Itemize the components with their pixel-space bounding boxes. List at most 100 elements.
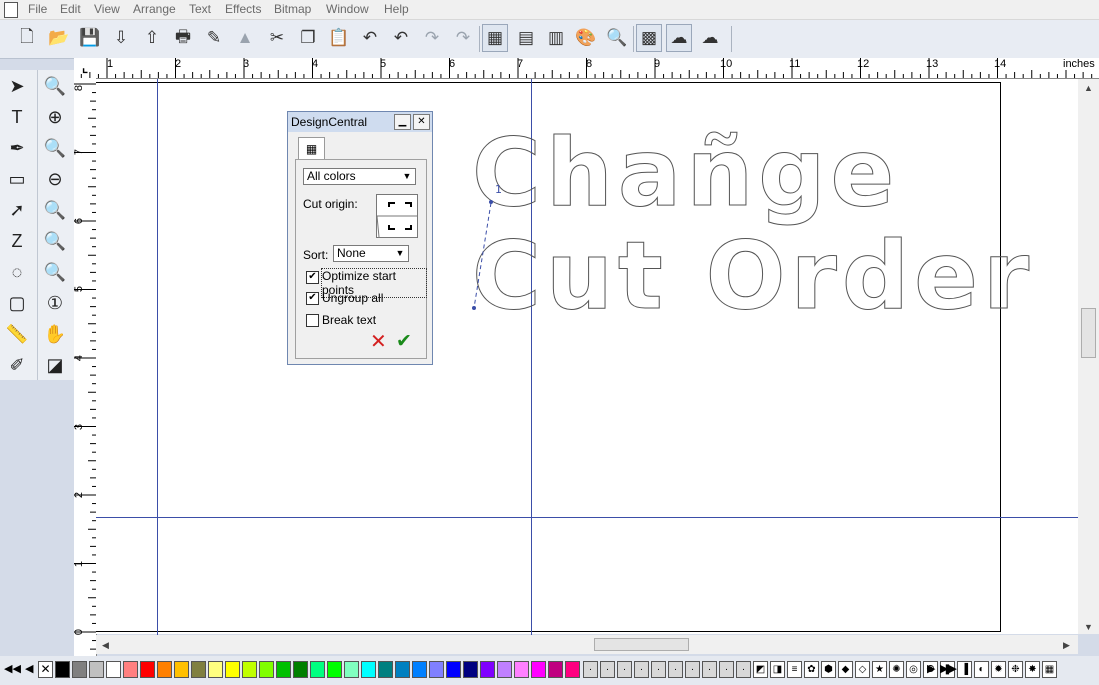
pattern-swatch[interactable]: ◐ xyxy=(974,661,989,678)
zoom-out-icon[interactable]: ⊖ xyxy=(40,165,70,193)
pattern-swatch[interactable]: ❉ xyxy=(1008,661,1023,678)
color-swatch[interactable] xyxy=(395,661,410,678)
import-icon[interactable]: ⇩ xyxy=(108,24,134,52)
pen-tool-icon[interactable]: ✒ xyxy=(2,134,32,162)
design-central-icon[interactable]: ▦ xyxy=(482,24,508,52)
break-text-label[interactable]: Break text xyxy=(322,313,376,327)
undo-icon[interactable]: ↶ xyxy=(357,24,383,52)
color-swatch[interactable] xyxy=(463,661,478,678)
cut-order-tab-icon[interactable]: ▦ xyxy=(298,137,325,160)
color-swatch[interactable] xyxy=(225,661,240,678)
zoom-selection-icon[interactable]: 🔍 xyxy=(40,196,70,224)
menu-file[interactable]: File xyxy=(28,2,47,16)
pattern-swatch[interactable]: ▐ xyxy=(957,661,972,678)
color-swatch[interactable] xyxy=(293,661,308,678)
optimize-start-points-checkbox[interactable]: ✔ xyxy=(306,271,319,284)
pattern-swatch[interactable]: ≡ xyxy=(787,661,802,678)
pattern-swatch[interactable]: ◨ xyxy=(770,661,785,678)
color-swatch[interactable] xyxy=(55,661,70,678)
palette-prev-icon[interactable]: ◀ xyxy=(25,662,33,675)
cut-end-point[interactable] xyxy=(472,306,476,310)
pattern-swatch[interactable]: ◎ xyxy=(906,661,921,678)
pan-tool-icon[interactable]: ✋ xyxy=(40,320,70,348)
zoom-page-icon[interactable]: 🔍 xyxy=(40,134,70,162)
color-swatch[interactable] xyxy=(446,661,461,678)
scroll-left-icon[interactable]: ◀ xyxy=(102,640,109,651)
color-swatch[interactable] xyxy=(174,661,189,678)
measure-tool-icon[interactable]: 📏 xyxy=(2,320,32,348)
color-swatch[interactable] xyxy=(378,661,393,678)
pattern-swatch[interactable]: ★ xyxy=(872,661,887,678)
menu-arrange[interactable]: Arrange xyxy=(133,2,176,16)
pattern-swatch[interactable]: · xyxy=(736,661,751,678)
zoom-actual-size-icon[interactable]: ① xyxy=(40,289,70,317)
color-grid-icon[interactable]: ▩ xyxy=(636,24,662,52)
color-swatch[interactable] xyxy=(429,661,444,678)
color-swatch[interactable] xyxy=(157,661,172,678)
print-icon[interactable]: 🖶 xyxy=(170,24,196,52)
color-swatch[interactable] xyxy=(191,661,206,678)
new-document-icon[interactable]: 🗋 xyxy=(14,24,40,52)
cutter-icon[interactable]: ✎ xyxy=(201,24,227,52)
palette-last-icon[interactable]: ▶▶ xyxy=(940,662,957,675)
color-swatch[interactable] xyxy=(72,661,87,678)
cut-start-point[interactable] xyxy=(489,200,493,204)
pattern-swatch[interactable]: ✸ xyxy=(1025,661,1040,678)
color-swatch[interactable] xyxy=(361,661,376,678)
color-swatch[interactable] xyxy=(259,661,274,678)
pattern-swatch[interactable]: ⬢ xyxy=(821,661,836,678)
color-swatch[interactable] xyxy=(106,661,121,678)
design-text-line1[interactable]: Chañge xyxy=(472,119,899,229)
menu-view[interactable]: View xyxy=(94,2,120,16)
cancel-button[interactable]: ✕ xyxy=(370,331,387,353)
horizontal-scroll-thumb[interactable] xyxy=(594,638,689,651)
open-icon[interactable]: 📂 xyxy=(46,24,72,52)
pattern-swatch[interactable]: ◩ xyxy=(753,661,768,678)
redo-list-icon[interactable]: ↷ xyxy=(450,24,476,52)
color-swatch[interactable] xyxy=(89,661,104,678)
color-swatch[interactable] xyxy=(548,661,563,678)
color-layers-icon[interactable]: ▤ xyxy=(513,24,539,52)
pattern-swatch[interactable]: · xyxy=(685,661,700,678)
export-icon[interactable]: ⇧ xyxy=(139,24,165,52)
cloud-upload-icon[interactable]: ☁ xyxy=(697,24,723,52)
zoom-tool-icon[interactable]: 🔍 xyxy=(40,72,70,100)
fill-stroke-icon[interactable]: ◪ xyxy=(40,351,70,379)
menu-effects[interactable]: Effects xyxy=(225,2,261,16)
scroll-down-icon[interactable]: ▼ xyxy=(1084,622,1093,632)
menu-help[interactable]: Help xyxy=(384,2,409,16)
pattern-swatch[interactable]: · xyxy=(651,661,666,678)
palette-icon[interactable]: 🎨 xyxy=(573,24,599,52)
pattern-swatch[interactable]: · xyxy=(702,661,717,678)
undo-list-icon[interactable]: ↶ xyxy=(388,24,414,52)
menu-text[interactable]: Text xyxy=(189,2,211,16)
color-swatch[interactable] xyxy=(276,661,291,678)
ungroup-all-label[interactable]: Ungroup all xyxy=(322,291,383,305)
color-swatch[interactable] xyxy=(480,661,495,678)
color-swatch[interactable] xyxy=(344,661,359,678)
menu-bitmap[interactable]: Bitmap xyxy=(274,2,311,16)
design-text-line2[interactable]: Cut Order xyxy=(472,222,1034,332)
node-edit-tool-icon[interactable]: ➚ xyxy=(2,196,32,224)
zoom-all-icon[interactable]: 🔍 xyxy=(40,227,70,255)
fill-icon[interactable]: ▥ xyxy=(543,24,569,52)
pattern-swatch[interactable]: ◆ xyxy=(838,661,853,678)
color-swatch[interactable] xyxy=(565,661,580,678)
no-color-swatch[interactable]: ✕ xyxy=(38,661,53,678)
horizontal-scrollbar[interactable]: ◀ ▶ xyxy=(96,635,1078,654)
ungroup-all-checkbox[interactable]: ✔ xyxy=(306,292,319,305)
color-picker-icon[interactable]: 🔍 xyxy=(604,24,630,52)
pattern-swatch[interactable]: ✿ xyxy=(804,661,819,678)
pattern-swatch[interactable]: ▦ xyxy=(1042,661,1057,678)
weld-tool-icon[interactable]: Z xyxy=(2,227,32,255)
contour-tool-icon[interactable]: ◌ xyxy=(2,258,32,286)
chevron-down-icon[interactable]: ▼ xyxy=(400,170,414,183)
color-swatch[interactable] xyxy=(140,661,155,678)
pattern-swatch[interactable]: ◇ xyxy=(855,661,870,678)
pattern-swatch[interactable]: · xyxy=(600,661,615,678)
color-swatch[interactable] xyxy=(412,661,427,678)
pattern-swatch[interactable]: ✺ xyxy=(889,661,904,678)
pattern-swatch[interactable]: · xyxy=(668,661,683,678)
break-text-checkbox[interactable] xyxy=(306,314,319,327)
color-swatch[interactable] xyxy=(242,661,257,678)
